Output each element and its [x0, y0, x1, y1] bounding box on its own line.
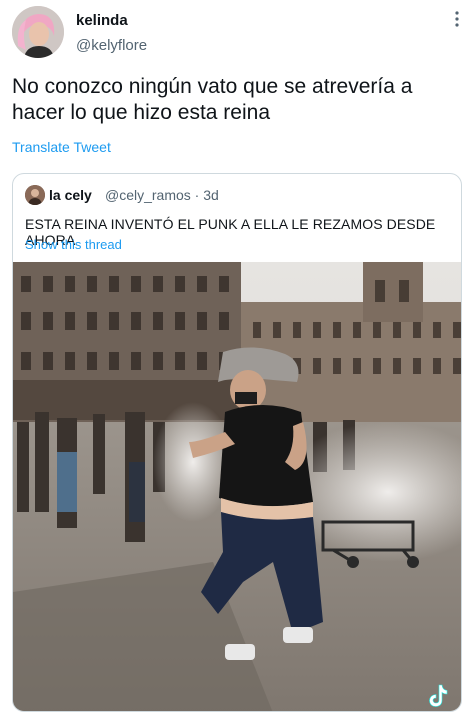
translate-tweet-link[interactable]: Translate Tweet — [12, 139, 111, 155]
author-handle[interactable]: @kelyflore — [76, 37, 147, 54]
tweet-header: kelinda @kelyflore — [0, 0, 474, 64]
quoted-author-handle-time: @cely_ramos · 3d — [105, 187, 219, 203]
author-avatar[interactable] — [12, 6, 64, 58]
quoted-tweet[interactable]: la cely @cely_ramos · 3d ESTA REINA INVE… — [12, 173, 462, 712]
quoted-video-thumbnail[interactable] — [13, 262, 461, 711]
more-vertical-icon[interactable] — [450, 10, 464, 28]
quoted-author-avatar — [25, 185, 45, 205]
quoted-author-name: la cely — [49, 187, 92, 203]
tweet-text: No conozco ningún vato que se atrevería … — [12, 75, 413, 124]
show-thread-link[interactable]: Show this thread — [25, 237, 122, 252]
author-name[interactable]: kelinda — [76, 12, 128, 29]
tiktok-icon — [427, 683, 449, 709]
